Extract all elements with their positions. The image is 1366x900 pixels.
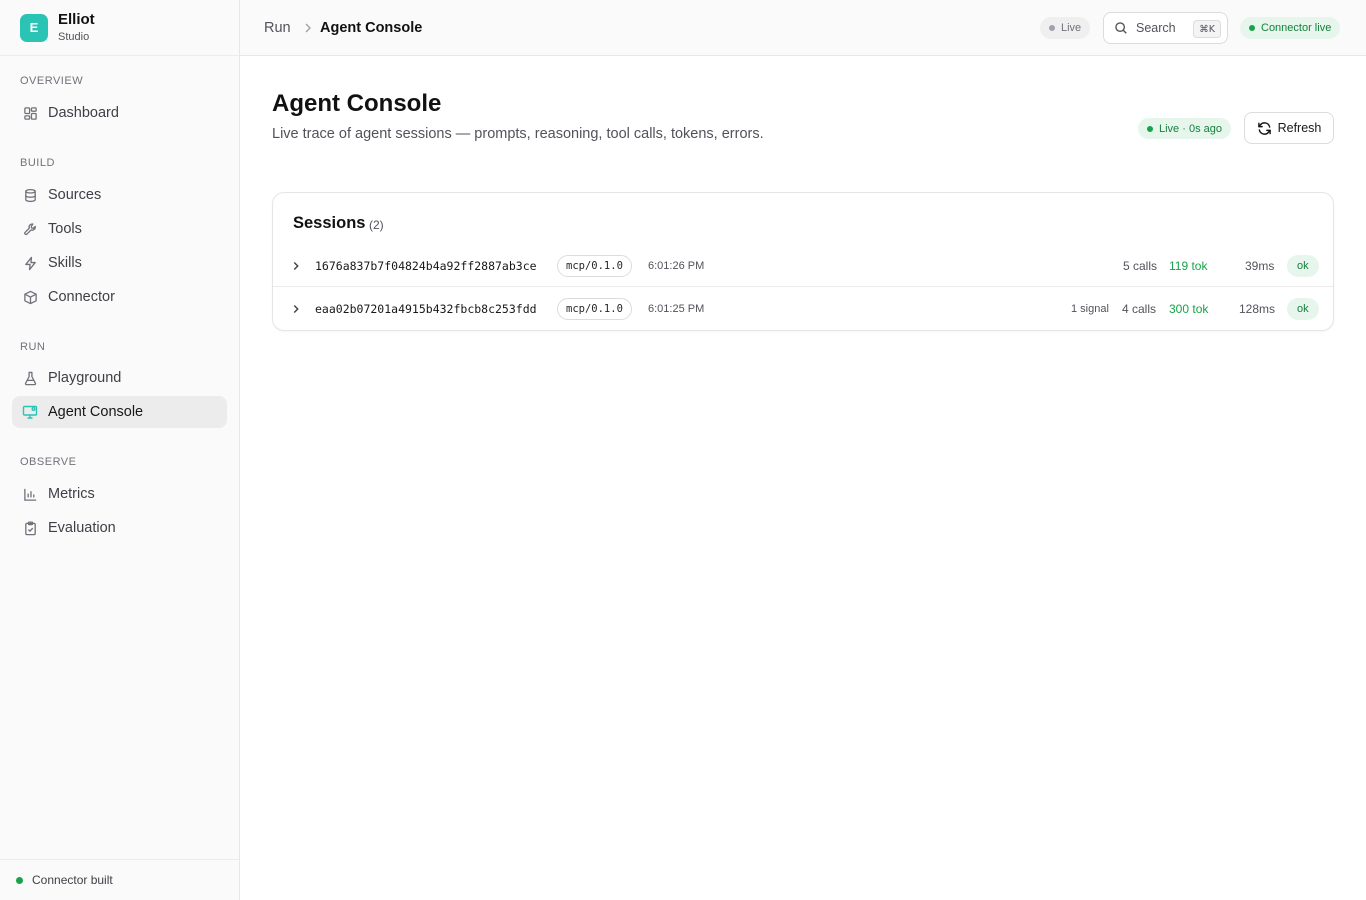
session-duration: 128ms (1239, 302, 1276, 316)
sidebar-item-playground[interactable]: Playground (12, 362, 227, 394)
search-button[interactable]: Search ⌘K (1103, 12, 1228, 44)
dashboard-icon (22, 105, 38, 121)
chevron-right-icon[interactable] (289, 259, 303, 273)
monitor-icon (22, 404, 38, 420)
brand[interactable]: E Elliot Studio (0, 0, 239, 56)
nav-section-run: RUN (20, 341, 46, 353)
connector-build-status: Connector built (0, 859, 239, 900)
connector-status-badge: Connector live (1240, 17, 1341, 39)
call-count: 4 calls (1122, 302, 1157, 316)
session-id: eaa02b07201a4915b432fbcb8c253fdd (315, 302, 537, 316)
search-shortcut: ⌘K (1193, 20, 1221, 38)
clipboard-check-icon (22, 520, 38, 536)
session-row[interactable]: eaa02b07201a4915b432fbcb8c253fdd mcp/0.1… (273, 288, 1333, 330)
status-dot (1249, 25, 1255, 31)
sessions-card: Sessions (2) 1676a837b7f04824b4a92ff2887… (272, 192, 1334, 331)
sidebar-item-dashboard[interactable]: Dashboard (12, 97, 227, 129)
sidebar-item-label: Skills (48, 255, 82, 271)
chevron-right-icon[interactable] (289, 302, 303, 316)
nav-section-build: BUILD (20, 157, 55, 169)
refresh-label: Refresh (1277, 121, 1322, 135)
status-badge: ok (1287, 298, 1319, 320)
sidebar: E Elliot Studio OVERVIEW Dashboard BUILD… (0, 0, 240, 900)
search-label: Search (1136, 21, 1176, 35)
box-icon (22, 289, 38, 305)
bolt-icon (22, 255, 38, 271)
chevron-right-icon (300, 20, 316, 36)
sessions-count: (2) (369, 218, 384, 232)
page-subtitle: Live trace of agent sessions — prompts, … (272, 126, 764, 142)
sidebar-item-metrics[interactable]: Metrics (12, 478, 227, 510)
sidebar-item-tools[interactable]: Tools (12, 213, 227, 245)
page-title: Agent Console (272, 90, 442, 117)
session-duration: 39ms (1245, 258, 1275, 273)
sidebar-item-agent-console[interactable]: Agent Console (12, 396, 227, 428)
live-status-badge: Live · 0s ago (1138, 118, 1231, 139)
sidebar-item-label: Metrics (48, 486, 95, 502)
status-dot (1049, 25, 1055, 31)
sidebar-item-label: Tools (48, 221, 82, 237)
live-indicator: Live (1040, 17, 1091, 39)
breadcrumb-current: Agent Console (320, 20, 423, 36)
sidebar-item-connector[interactable]: Connector (12, 281, 227, 313)
brand-name: Elliot (58, 11, 95, 28)
sidebar-item-label: Evaluation (48, 520, 116, 536)
protocol-badge: mcp/0.1.0 (557, 298, 632, 320)
sidebar-item-label: Sources (48, 187, 102, 203)
sidebar-item-label: Dashboard (48, 105, 119, 121)
sidebar-item-skills[interactable]: Skills (12, 247, 227, 279)
status-badge: ok (1287, 254, 1319, 277)
signal-count: 1 signal (1071, 303, 1109, 315)
session-time: 6:01:26 PM (648, 259, 705, 272)
breadcrumb-run[interactable]: Run (264, 20, 291, 36)
live-status-label: Live · 0s ago (1159, 122, 1222, 135)
wrench-icon (22, 221, 38, 237)
bar-chart-icon (22, 486, 38, 502)
brand-subtitle: Studio (58, 31, 90, 43)
sessions-title: Sessions (293, 214, 366, 232)
token-count: 300 tok (1169, 302, 1209, 316)
connector-build-label: Connector built (32, 873, 113, 887)
token-count: 119 tok (1169, 258, 1208, 273)
nav-section-observe: OBSERVE (20, 456, 77, 468)
flask-icon (22, 370, 38, 386)
connector-status-label: Connector live (1261, 22, 1332, 34)
sidebar-item-label: Playground (48, 370, 122, 386)
status-dot (1147, 125, 1153, 132)
top-bar: Run Agent Console Live Search ⌘K Connect… (240, 0, 1366, 56)
nav-section-overview: OVERVIEW (20, 75, 84, 87)
session-id: 1676a837b7f04824b4a92ff2887ab3ce (315, 258, 537, 273)
protocol-badge: mcp/0.1.0 (557, 254, 632, 277)
database-icon (22, 187, 38, 203)
brand-logo: E (20, 13, 48, 42)
search-icon (1114, 21, 1128, 35)
refresh-icon (1257, 121, 1272, 136)
refresh-button[interactable]: Refresh (1244, 112, 1334, 144)
sidebar-item-sources[interactable]: Sources (12, 179, 227, 211)
sidebar-item-label: Agent Console (48, 404, 144, 420)
session-row[interactable]: 1676a837b7f04824b4a92ff2887ab3ce mcp/0.1… (273, 245, 1333, 287)
call-count: 5 calls (1123, 258, 1158, 273)
sidebar-item-label: Connector (48, 289, 115, 305)
session-time: 6:01:25 PM (648, 303, 705, 315)
live-label: Live (1061, 22, 1082, 34)
status-dot (16, 876, 23, 884)
sidebar-item-evaluation[interactable]: Evaluation (12, 512, 227, 544)
